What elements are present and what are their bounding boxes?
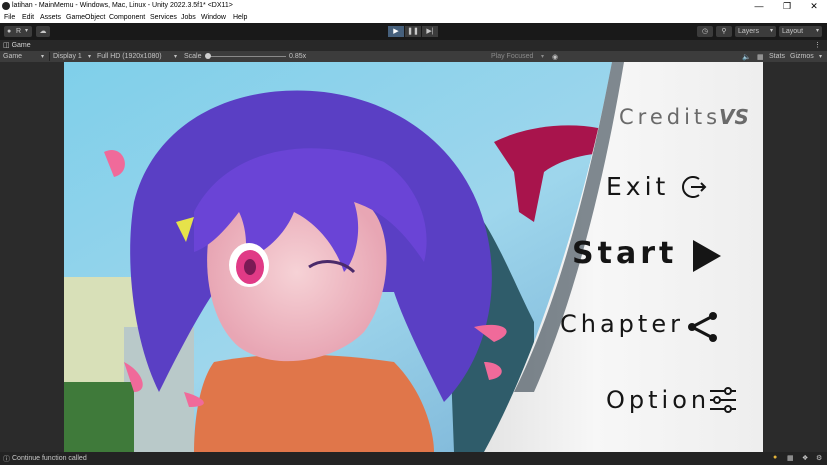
chevron-down-icon: ▾: [25, 28, 29, 34]
scale-slider-track[interactable]: [208, 56, 286, 57]
chevron-down-icon: ▾: [88, 54, 92, 60]
history-icon: ◷: [701, 28, 709, 35]
status-bar: ⓘ Continue function called ● ▦ ❖ ⚙: [0, 452, 827, 465]
game-mode-dropdown[interactable]: Game: [3, 53, 22, 60]
game-tab-icon: ◫: [3, 42, 10, 49]
credits-logo-icon: VS: [719, 105, 749, 129]
minimize-button[interactable]: —: [745, 0, 773, 13]
chapter-label: Chapter: [560, 310, 684, 338]
game-tab-row: ◫ Game ⋮: [0, 40, 827, 51]
window-title-bar: latihan - MainMemu - Windows, Mac, Linux…: [0, 0, 827, 13]
layers-dropdown[interactable]: Layers ▾: [735, 26, 776, 37]
account-icon: ●: [7, 28, 12, 35]
scale-slider-handle[interactable]: [205, 53, 211, 59]
chevron-down-icon: ▾: [769, 28, 773, 34]
cloud-icon[interactable]: ☁: [36, 26, 50, 37]
pause-icon: ❚❚: [407, 28, 419, 35]
menu-window[interactable]: Window: [201, 14, 226, 21]
start-label: Start: [572, 236, 678, 271]
info-icon: ⓘ: [3, 456, 10, 463]
menu-gameobject[interactable]: GameObject: [66, 14, 105, 21]
play-icon: [693, 240, 721, 272]
game-view-toolbar: Game ▾ Display 1 ▾ Full HD (1920x1080) ▾…: [0, 51, 827, 62]
scale-value: 0.85x: [289, 53, 307, 60]
chevron-down-icon: ▾: [815, 28, 819, 34]
menu-services[interactable]: Services: [150, 14, 177, 21]
resolution-dropdown[interactable]: Full HD (1920x1080): [97, 53, 162, 60]
tab-game[interactable]: ◫ Game: [3, 41, 31, 49]
chevron-down-icon: ▾: [174, 54, 178, 60]
foliage-shape: [64, 382, 134, 452]
chevron-down-icon: ▾: [41, 54, 45, 60]
tab-game-label: Game: [11, 42, 31, 49]
exit-label: Exit: [606, 172, 670, 201]
scale-label: Scale: [184, 53, 202, 60]
lightbulb-icon[interactable]: ●: [773, 454, 777, 461]
menu-edit[interactable]: Edit: [22, 14, 34, 21]
logout-icon: [682, 176, 707, 198]
menu-jobs[interactable]: Jobs: [181, 14, 196, 21]
step-button[interactable]: ▶|: [422, 26, 438, 37]
main-menu-scene: Credits VS Exit Start Chapter Option: [64, 62, 763, 452]
history-button[interactable]: ◷: [697, 26, 713, 37]
character-shirt: [194, 354, 434, 452]
menu-component[interactable]: Component: [109, 14, 145, 21]
unity-logo-icon: [2, 2, 10, 10]
share-icon: [688, 312, 717, 342]
frame-debugger-icon[interactable]: ◉: [552, 53, 558, 61]
maximize-button[interactable]: ❐: [773, 0, 801, 13]
chevron-down-icon: ▾: [541, 54, 545, 60]
sliders-icon: [710, 387, 736, 413]
game-viewport[interactable]: Credits VS Exit Start Chapter Option: [0, 62, 827, 452]
play-focused-dropdown[interactable]: Play Focused: [491, 53, 533, 60]
settings-icon[interactable]: ⚙: [816, 454, 822, 462]
display-dropdown[interactable]: Display 1: [53, 53, 82, 60]
menu-assets[interactable]: Assets: [40, 14, 61, 21]
play-button[interactable]: ▶: [388, 26, 404, 37]
account-dropdown[interactable]: ● R ▾: [4, 26, 32, 37]
search-button[interactable]: ⚲: [716, 26, 732, 37]
option-label: Option: [606, 386, 711, 414]
toggle-stats-icon[interactable]: ▦: [757, 53, 764, 61]
gizmos-button[interactable]: Gizmos: [790, 53, 814, 60]
close-button[interactable]: ✕: [800, 0, 827, 13]
network-icon[interactable]: ▦: [787, 454, 794, 462]
debug-icon[interactable]: ❖: [802, 454, 808, 462]
credits-label: Credits: [619, 105, 722, 129]
window-title: latihan - MainMemu - Windows, Mac, Linux…: [12, 2, 233, 9]
more-options-icon[interactable]: ⋮: [814, 41, 821, 49]
pause-button[interactable]: ❚❚: [405, 26, 421, 37]
menu-bar: File Edit Assets GameObject Component Se…: [0, 13, 827, 23]
main-toolbar: ● R ▾ ☁ ▶ ❚❚ ▶| ◷ ⚲ Layers ▾ Layout ▾: [0, 23, 827, 40]
layout-dropdown[interactable]: Layout ▾: [779, 26, 822, 37]
layers-label: Layers: [738, 28, 760, 35]
step-icon: ▶|: [426, 28, 434, 35]
stats-button[interactable]: Stats: [769, 53, 785, 60]
status-message[interactable]: Continue function called: [12, 455, 87, 462]
menu-file[interactable]: File: [4, 14, 15, 21]
character-pupil: [244, 259, 256, 275]
chevron-down-icon: ▾: [819, 54, 823, 60]
play-icon: ▶: [393, 28, 399, 35]
mute-audio-icon[interactable]: 🔈: [742, 53, 751, 61]
menu-help[interactable]: Help: [233, 14, 247, 21]
layout-label: Layout: [782, 28, 804, 35]
search-icon: ⚲: [721, 28, 727, 35]
account-initial: R: [16, 28, 22, 35]
